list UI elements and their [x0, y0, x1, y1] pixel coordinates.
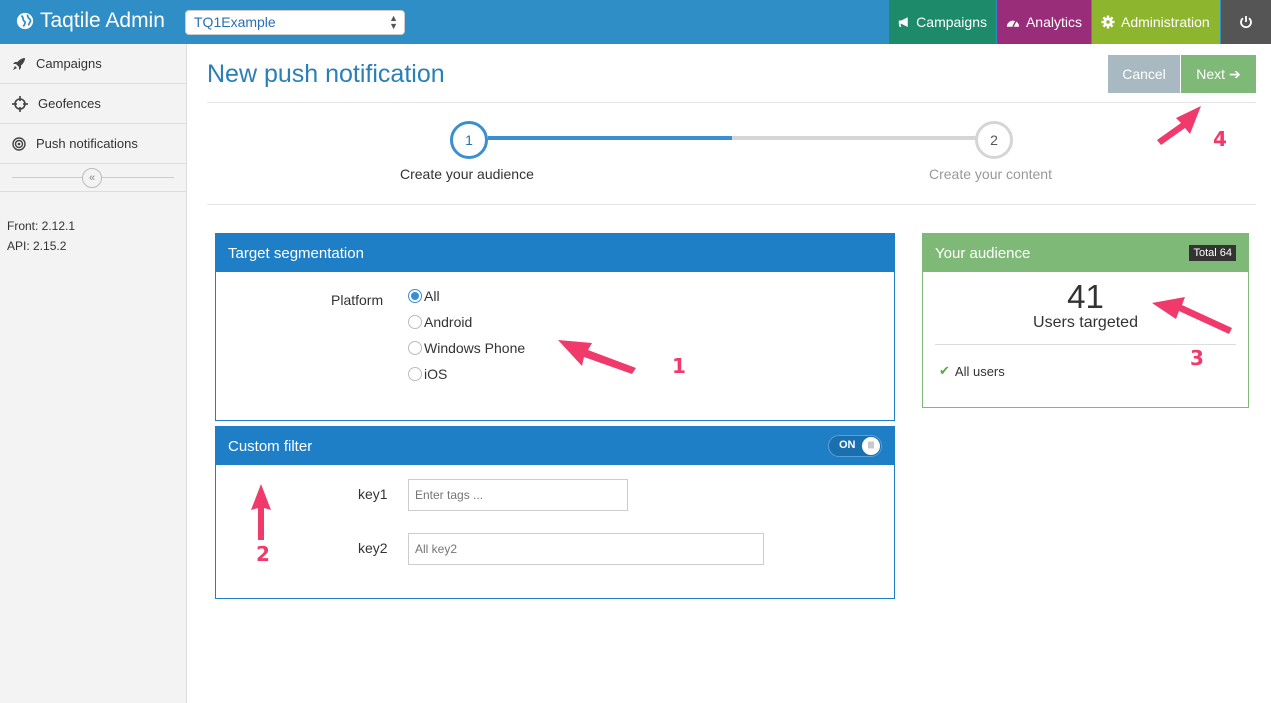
panel-title: Custom filter: [228, 437, 313, 455]
sidebar-item-label: Geofences: [38, 96, 101, 111]
custom-filter-panel: Custom filter ON ||| key1 key2: [215, 426, 895, 599]
step-progress-line: [488, 136, 732, 140]
arrow-right-icon: ➔: [1228, 65, 1241, 82]
radio-label: Windows Phone: [424, 340, 526, 356]
key2-input[interactable]: [408, 533, 764, 565]
custom-filter-toggle[interactable]: ON |||: [828, 435, 882, 457]
radio-button[interactable]: [408, 367, 422, 381]
step-1-circle[interactable]: 1: [450, 121, 488, 159]
toggle-label: ON: [839, 439, 856, 451]
audience-header: Your audience Total 64: [923, 234, 1248, 272]
api-version: API: 2.15.2: [7, 239, 67, 253]
panel-header: Target segmentation: [216, 234, 894, 272]
radio-label: iOS: [424, 366, 448, 382]
annotation-3: 3: [1190, 346, 1204, 370]
radio-button[interactable]: [408, 289, 422, 303]
divider: [935, 344, 1236, 345]
next-button[interactable]: Next ➔: [1181, 55, 1256, 93]
crosshair-icon: [12, 95, 28, 112]
nav-campaigns[interactable]: Campaigns: [889, 0, 996, 44]
sidebar-item-label: Push notifications: [36, 136, 138, 151]
target-icon: [12, 136, 26, 151]
radio-label: All: [424, 288, 440, 304]
power-button[interactable]: [1221, 0, 1271, 44]
key1-label: key1: [358, 486, 388, 502]
key1-tags-input[interactable]: [408, 479, 628, 511]
toggle-knob-icon: |||: [862, 437, 880, 455]
rocket-icon: [13, 57, 25, 70]
sidebar: Campaigns Geofences Push notifications «…: [0, 44, 187, 703]
page-title: New push notification: [207, 60, 445, 88]
next-button-label: Next: [1196, 65, 1226, 82]
radio-label: Android: [424, 314, 473, 330]
sidebar-item-geofences[interactable]: Geofences: [0, 84, 186, 124]
nav-administration[interactable]: Administration: [1092, 0, 1220, 44]
collapse-sidebar-button[interactable]: «: [82, 168, 102, 188]
nav-analytics-label: Analytics: [1025, 14, 1082, 30]
radio-android[interactable]: Android: [408, 314, 472, 330]
check-icon: ✔: [939, 363, 950, 378]
radio-windows-phone[interactable]: Windows Phone: [408, 340, 525, 356]
step-2-circle[interactable]: 2: [975, 121, 1013, 159]
audience-panel: Your audience Total 64 41 Users targeted…: [922, 233, 1249, 408]
stepper-divider: [207, 204, 1256, 205]
sidebar-item-label: Campaigns: [36, 56, 102, 71]
version-info: Front: 2.12.1 API: 2.15.2: [7, 216, 75, 256]
power-icon: [1240, 16, 1252, 29]
header-divider: [207, 102, 1256, 103]
top-nav: Campaigns Analytics Administration: [889, 0, 1271, 44]
audience-title: Your audience: [935, 244, 1031, 262]
radio-ios[interactable]: iOS: [408, 366, 447, 382]
users-targeted-label: Users targeted: [1033, 314, 1138, 331]
top-bar: Taqtile Admin TQ1Example ▲ ▼ Campaigns An…: [0, 0, 1271, 44]
globe-icon: [16, 12, 34, 30]
select-arrows-icon: ▲ ▼: [389, 13, 398, 31]
sidebar-item-campaigns[interactable]: Campaigns: [0, 44, 186, 84]
step-2-label: Create your content: [929, 166, 1052, 182]
panel-header: Custom filter ON |||: [216, 427, 894, 465]
step-1-label: Create your audience: [400, 166, 534, 182]
radio-button[interactable]: [408, 341, 422, 355]
app-select-value: TQ1Example: [194, 14, 276, 30]
platform-label: Platform: [331, 292, 384, 308]
front-version: Front: 2.12.1: [7, 219, 76, 233]
audience-filter-summary: ✔ All users: [939, 363, 1005, 379]
panel-title: Target segmentation: [228, 244, 364, 262]
annotation-1: 1: [672, 354, 686, 378]
annotation-2: 2: [256, 542, 270, 566]
app-select[interactable]: TQ1Example ▲ ▼: [185, 10, 405, 35]
nav-analytics[interactable]: Analytics: [997, 0, 1091, 44]
users-targeted-count: 41: [1067, 278, 1104, 315]
cancel-button[interactable]: Cancel: [1108, 55, 1180, 93]
gear-icon: [1101, 15, 1115, 29]
sidebar-collapse-row: «: [0, 164, 186, 192]
dashboard-icon: [1006, 20, 1020, 27]
step-remaining-line: [732, 136, 976, 140]
annotation-4: 4: [1213, 127, 1227, 151]
filter-summary-text: All users: [954, 363, 1005, 379]
brand[interactable]: Taqtile Admin: [16, 9, 165, 33]
radio-all[interactable]: All: [408, 288, 440, 304]
sidebar-item-push-notifications[interactable]: Push notifications: [0, 124, 186, 164]
total-badge: Total 64: [1189, 245, 1236, 261]
bullhorn-icon: [898, 16, 908, 27]
key2-label: key2: [358, 540, 388, 556]
nav-campaigns-label: Campaigns: [916, 14, 987, 30]
target-segmentation-panel: Target segmentation Platform All Android…: [215, 233, 895, 421]
radio-button[interactable]: [408, 315, 422, 329]
nav-administration-label: Administration: [1121, 14, 1210, 30]
double-chevron-left-icon: «: [88, 172, 96, 184]
annotation-arrow-4: [1157, 106, 1201, 145]
brand-name: Taqtile Admin: [40, 9, 165, 32]
